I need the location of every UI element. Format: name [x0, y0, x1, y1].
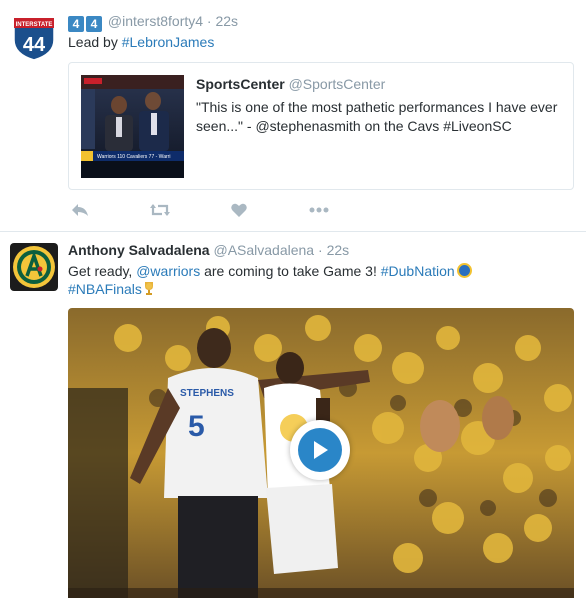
tweet-2-name[interactable]: Anthony Salvadalena — [68, 242, 210, 258]
trophy-icon — [143, 281, 155, 296]
tweet-1-text-prefix: Lead by — [68, 34, 122, 50]
quoted-tweet-image: Warriors 110 Cavaliers 77 - Warri — [81, 75, 184, 178]
jersey-name: STEPHENS — [180, 388, 234, 399]
quoted-tweet-handle[interactable]: @SportsCenter — [289, 76, 386, 92]
warriors-ball-icon — [456, 263, 472, 278]
badge-4-first: 4 — [68, 16, 84, 32]
athletics-logo-icon[interactable] — [10, 243, 58, 291]
badge-4-second: 4 — [86, 16, 102, 32]
tweet-2-handle[interactable]: @ASalvadalena — [213, 242, 314, 258]
more-icon[interactable] — [307, 200, 331, 220]
separator-dot: · — [318, 242, 323, 258]
tweet-2-text-a: Get ready, — [68, 263, 137, 279]
avatar-interstate-44[interactable]: INTERSTATE 44 — [10, 14, 58, 62]
quoted-tweet-name[interactable]: SportsCenter — [196, 76, 285, 92]
interstate-label: INTERSTATE — [16, 22, 53, 28]
tweet-1-text: Lead by #LebronJames — [68, 33, 214, 51]
heart-icon[interactable] — [227, 200, 251, 220]
tweet-2-time[interactable]: 22s — [327, 242, 350, 258]
interstate-number: 44 — [23, 34, 46, 56]
tweet-1-actions — [68, 200, 368, 220]
tweet-2-header: Anthony Salvadalena @ASalvadalena · 22s — [68, 242, 349, 258]
hashtag-dubnation[interactable]: #DubNation — [381, 263, 455, 279]
tweet-1-handle[interactable]: @interst8forty4 — [108, 13, 203, 29]
tweet-2-text-b: are coming to take Game 3! — [200, 263, 381, 279]
play-icon — [298, 428, 342, 472]
tweet-1-header: 44 @interst8forty4 · 22s — [68, 13, 238, 32]
hashtag-lebronjames[interactable]: #LebronJames — [122, 34, 215, 50]
tweet-2[interactable]: Anthony Salvadalena @ASalvadalena · 22s … — [0, 232, 586, 598]
video-player[interactable]: STEPHENS 5 — [68, 308, 574, 598]
quoted-tweet[interactable]: Warriors 110 Cavaliers 77 - Warri Sports… — [68, 62, 574, 190]
quoted-tweet-header: SportsCenter @SportsCenter — [196, 76, 385, 92]
reply-icon[interactable] — [68, 200, 92, 220]
quoted-tweet-text: "This is one of the most pathetic perfor… — [196, 99, 558, 134]
mention-warriors[interactable]: @warriors — [136, 263, 200, 279]
retweet-icon[interactable] — [148, 200, 172, 220]
jersey-number: 5 — [188, 410, 205, 443]
tweet-1-time[interactable]: 22s — [215, 13, 238, 29]
tweet-1[interactable]: INTERSTATE 44 44 @interst8forty4 · 22s L… — [0, 0, 586, 232]
play-button[interactable] — [290, 420, 350, 480]
hashtag-nbafinals[interactable]: #NBAFinals — [68, 281, 142, 297]
separator-dot: · — [206, 13, 212, 29]
tweet-2-text: Get ready, @warriors are coming to take … — [68, 262, 568, 298]
quoted-tweet-ticker: Warriors 110 Cavaliers 77 - Warri — [97, 154, 170, 160]
